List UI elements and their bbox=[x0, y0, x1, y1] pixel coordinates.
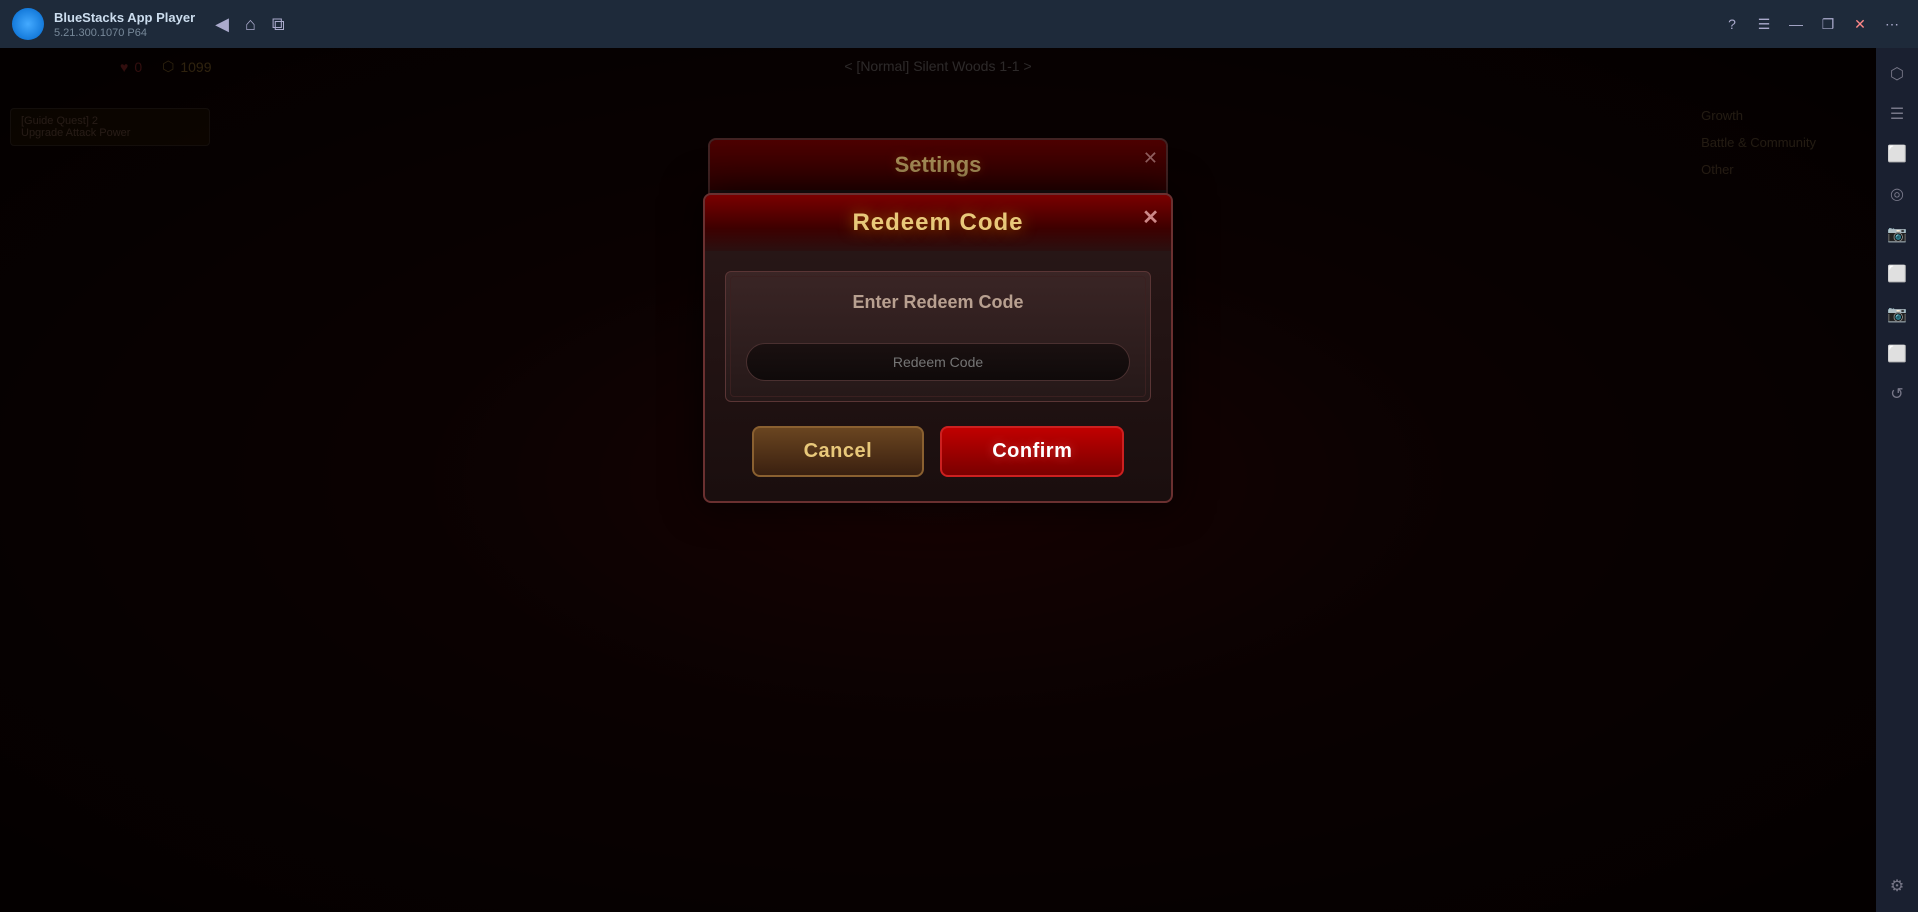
redeem-header: Redeem Code ✕ bbox=[705, 195, 1171, 251]
back-button[interactable]: ◀ bbox=[215, 14, 229, 35]
redeem-code-input[interactable] bbox=[746, 343, 1130, 381]
sidebar-icon-3[interactable]: ⬜ bbox=[1879, 136, 1915, 172]
redeem-title: Redeem Code bbox=[852, 209, 1023, 236]
close-button[interactable]: ✕ bbox=[1846, 10, 1874, 38]
confirm-button[interactable]: Confirm bbox=[940, 426, 1124, 477]
titlebar-nav: ◀ ⌂ ⧉ bbox=[215, 14, 285, 35]
window-controls: ? ☰ — ❐ ✕ ⋯ bbox=[1718, 10, 1906, 38]
app-logo bbox=[12, 8, 44, 40]
multi-button[interactable]: ⧉ bbox=[272, 14, 285, 35]
right-sidebar: ⬡ ☰ ⬜ ◎ 📷 ⬜ 📷 ⬜ ↺ ⚙ bbox=[1876, 48, 1918, 912]
settings-header: Settings ✕ bbox=[710, 140, 1166, 190]
sidebar-icon-1[interactable]: ⬡ bbox=[1879, 56, 1915, 92]
app-version: 5.21.300.1070 P64 bbox=[54, 27, 195, 39]
menu-button[interactable]: ☰ bbox=[1750, 10, 1778, 38]
sidebar-icon-2[interactable]: ☰ bbox=[1879, 96, 1915, 132]
redeem-close-button[interactable]: ✕ bbox=[1142, 205, 1159, 230]
redeem-body: Enter Redeem Code Cancel Confirm bbox=[705, 251, 1171, 501]
settings-title: Settings bbox=[895, 152, 982, 177]
more-button[interactable]: ⋯ bbox=[1878, 10, 1906, 38]
redeem-buttons: Cancel Confirm bbox=[725, 418, 1151, 481]
help-button[interactable]: ? bbox=[1718, 10, 1746, 38]
redeem-placeholder-label: Enter Redeem Code bbox=[746, 292, 1130, 313]
sidebar-icon-8[interactable]: ⬜ bbox=[1879, 336, 1915, 372]
settings-close-button[interactable]: ✕ bbox=[1143, 148, 1158, 169]
titlebar: BlueStacks App Player 5.21.300.1070 P64 … bbox=[0, 0, 1918, 48]
redeem-dialog: Redeem Code ✕ Enter Redeem Code Cancel C… bbox=[703, 193, 1173, 503]
sidebar-icon-7[interactable]: 📷 bbox=[1879, 296, 1915, 332]
sidebar-icon-9[interactable]: ↺ bbox=[1879, 376, 1915, 412]
resize-button[interactable]: ❐ bbox=[1814, 10, 1842, 38]
minimize-button[interactable]: — bbox=[1782, 10, 1810, 38]
game-background: ♥ 0 ⬡ 1099 < [Normal] Silent Woods 1-1 >… bbox=[0, 48, 1876, 912]
sidebar-icon-6[interactable]: ⬜ bbox=[1879, 256, 1915, 292]
sidebar-icon-4[interactable]: ◎ bbox=[1879, 176, 1915, 212]
sidebar-settings-icon[interactable]: ⚙ bbox=[1879, 868, 1915, 904]
redeem-input-area: Enter Redeem Code bbox=[725, 271, 1151, 402]
home-button[interactable]: ⌂ bbox=[245, 14, 256, 35]
app-name: BlueStacks App Player bbox=[54, 10, 195, 25]
cancel-button[interactable]: Cancel bbox=[752, 426, 925, 477]
sidebar-icon-5[interactable]: 📷 bbox=[1879, 216, 1915, 252]
